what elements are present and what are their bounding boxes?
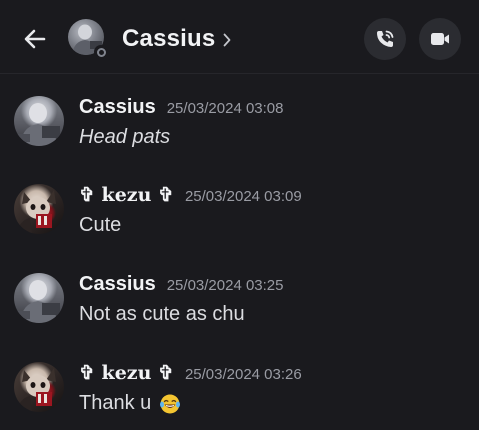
- laughing-tears-emoji-icon: [160, 394, 181, 413]
- avatar[interactable]: [14, 96, 64, 146]
- message-content: Head pats: [79, 126, 171, 148]
- contact-name-button[interactable]: Cassius: [122, 24, 231, 54]
- dm-screen: Cassius Cassius 25/03/2024 03:08 Head pa…: [0, 0, 479, 430]
- message-item[interactable]: Cassius 25/03/2024 03:25 Not as cute as …: [0, 273, 479, 353]
- message-timestamp: 25/03/2024 03:08: [166, 100, 284, 117]
- message-text: Head pats: [79, 126, 170, 149]
- message-content: Thank u: [79, 392, 152, 414]
- voice-call-button[interactable]: [364, 18, 406, 60]
- message-author[interactable]: Cassius: [79, 96, 156, 119]
- video-camera-icon: [431, 33, 449, 45]
- message-header: Cassius 25/03/2024 03:25: [79, 273, 284, 299]
- message-timestamp: 25/03/2024 03:09: [184, 188, 302, 205]
- avatar[interactable]: [14, 273, 64, 323]
- message-text: Thank u: [79, 392, 181, 415]
- phone-call-icon: [377, 30, 394, 47]
- message-header: ✞ kezu ✞ 25/03/2024 03:09: [79, 184, 302, 210]
- message-item[interactable]: ✞ kezu ✞ 25/03/2024 03:09 Cute: [0, 184, 479, 264]
- contact-name: Cassius: [122, 25, 216, 52]
- contact-avatar[interactable]: [68, 19, 108, 59]
- message-author[interactable]: ✞ kezu ✞: [79, 362, 174, 384]
- message-text: Not as cute as chu: [79, 303, 245, 326]
- chat-header: Cassius: [0, 0, 479, 74]
- message-header: Cassius 25/03/2024 03:08: [79, 96, 284, 122]
- status-indicator: [94, 45, 108, 59]
- message-author[interactable]: Cassius: [79, 273, 156, 296]
- chevron-right-icon: [224, 33, 231, 47]
- message-list: Cassius 25/03/2024 03:08 Head pats ✞ kez…: [0, 74, 479, 430]
- message-content: Cute: [79, 214, 122, 236]
- message-item[interactable]: ✞ kezu ✞ 25/03/2024 03:26 Thank u: [0, 362, 479, 430]
- arrow-left-icon: [24, 29, 46, 49]
- video-call-button[interactable]: [419, 18, 461, 60]
- message-content: Not as cute as chu: [79, 303, 245, 325]
- message-text: Cute: [79, 214, 121, 237]
- message-author[interactable]: ✞ kezu ✞: [79, 184, 174, 206]
- message-item[interactable]: Cassius 25/03/2024 03:08 Head pats: [0, 96, 479, 176]
- back-button[interactable]: [18, 22, 52, 56]
- avatar[interactable]: [14, 184, 64, 234]
- avatar[interactable]: [14, 362, 64, 412]
- message-header: ✞ kezu ✞ 25/03/2024 03:26: [79, 362, 302, 388]
- message-timestamp: 25/03/2024 03:25: [166, 277, 284, 294]
- message-timestamp: 25/03/2024 03:26: [184, 366, 302, 383]
